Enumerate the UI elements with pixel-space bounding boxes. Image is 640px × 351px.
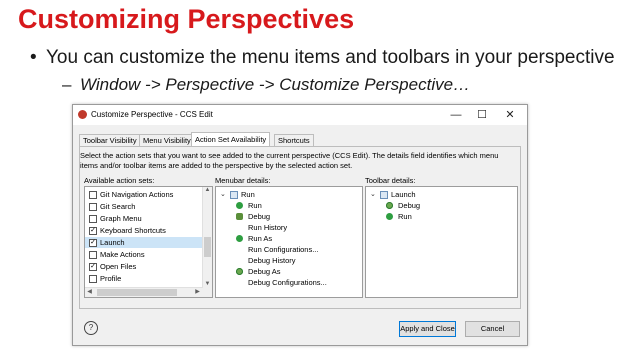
run-icon — [236, 202, 243, 209]
list-item[interactable]: ✓ Open Files — [85, 261, 203, 272]
scroll-up-icon[interactable]: ▲ — [203, 187, 212, 193]
apply-and-close-button[interactable]: Apply and Close — [399, 321, 456, 337]
bullet-secondary-text: Window -> Perspective -> Customize Persp… — [80, 75, 471, 94]
tab-shortcuts[interactable]: Shortcuts — [274, 134, 314, 146]
help-icon[interactable]: ? — [84, 321, 98, 335]
toolbar-details-tree[interactable]: ⌄ Launch Debug Run — [365, 186, 518, 298]
ccs-app-icon — [78, 110, 87, 119]
maximize-button[interactable]: ☐ — [469, 107, 495, 123]
cancel-button[interactable]: Cancel — [465, 321, 520, 337]
list-item[interactable]: Graph Menu — [85, 213, 203, 224]
list-item[interactable]: Git Search — [85, 201, 203, 212]
run-icon — [386, 213, 393, 220]
tab-toolbar-visibility[interactable]: Toolbar Visibility — [79, 134, 141, 146]
list-item[interactable]: ✓ Keyboard Shortcuts — [85, 225, 203, 236]
minimize-button[interactable]: — — [443, 107, 469, 123]
scroll-thumb[interactable] — [97, 289, 177, 296]
dialog-titlebar[interactable]: Customize Perspective - CCS Edit — ☐ ✕ — [73, 105, 527, 125]
checkbox-checked[interactable]: ✓ — [89, 263, 97, 271]
bullet-primary: • You can customize the menu items and to… — [30, 47, 615, 69]
debug-icon — [236, 213, 243, 220]
list-item[interactable]: Profile — [85, 273, 203, 284]
scroll-left-icon[interactable]: ◀ — [85, 288, 94, 295]
vertical-scrollbar[interactable]: ▲ ▼ — [202, 187, 212, 297]
checkbox[interactable] — [89, 203, 97, 211]
document-icon — [230, 191, 238, 199]
checkbox[interactable] — [89, 251, 97, 259]
run-as-icon — [236, 235, 243, 242]
available-action-sets-label: Available action sets: — [84, 176, 155, 185]
scroll-thumb[interactable] — [204, 237, 211, 257]
chevron-down-icon[interactable]: ⌄ — [370, 189, 376, 200]
list-item-selected[interactable]: ✓ Launch — [85, 237, 203, 248]
tab-action-set-availability[interactable]: Action Set Availability — [191, 132, 271, 146]
toolbar-icon — [380, 191, 388, 199]
debug-as-icon — [236, 268, 243, 275]
menubar-details-tree[interactable]: ⌄ Run Run Debug Run History Run As Run Co… — [215, 186, 363, 298]
checkbox[interactable] — [89, 275, 97, 283]
tab-menu-visibility[interactable]: Menu Visibility — [139, 134, 195, 146]
bullet-secondary: – Window -> Perspective -> Customize Pers… — [62, 75, 470, 95]
debug-icon — [386, 202, 393, 209]
bullet-primary-text: You can customize the menu items and too… — [46, 47, 615, 68]
action-sets-list[interactable]: Git Navigation Actions Git Search Graph … — [84, 186, 213, 298]
close-button[interactable]: ✕ — [497, 107, 523, 123]
chevron-down-icon[interactable]: ⌄ — [220, 189, 226, 200]
slide-title: Customizing Perspectives — [18, 4, 355, 34]
bullet-dot: • — [30, 47, 37, 68]
menubar-details-label: Menubar details: — [215, 176, 271, 185]
toolbar-details-label: Toolbar details: — [365, 176, 416, 185]
list-item[interactable]: Make Actions — [85, 249, 203, 260]
checkbox-checked[interactable]: ✓ — [89, 227, 97, 235]
description-text: Select the action sets that you want to … — [80, 151, 499, 170]
checkbox-checked[interactable]: ✓ — [89, 239, 97, 247]
scroll-down-icon[interactable]: ▼ — [203, 281, 212, 287]
checkbox[interactable] — [89, 215, 97, 223]
dialog-title: Customize Perspective - CCS Edit — [91, 110, 213, 119]
horizontal-scrollbar[interactable]: ◀ ▶ — [85, 287, 203, 297]
list-item[interactable]: Git Navigation Actions — [85, 189, 203, 200]
bullet-dash: – — [62, 75, 72, 94]
customize-perspective-dialog: Customize Perspective - CCS Edit — ☐ ✕ T… — [72, 104, 528, 346]
scroll-right-icon[interactable]: ▶ — [193, 288, 202, 295]
checkbox[interactable] — [89, 191, 97, 199]
